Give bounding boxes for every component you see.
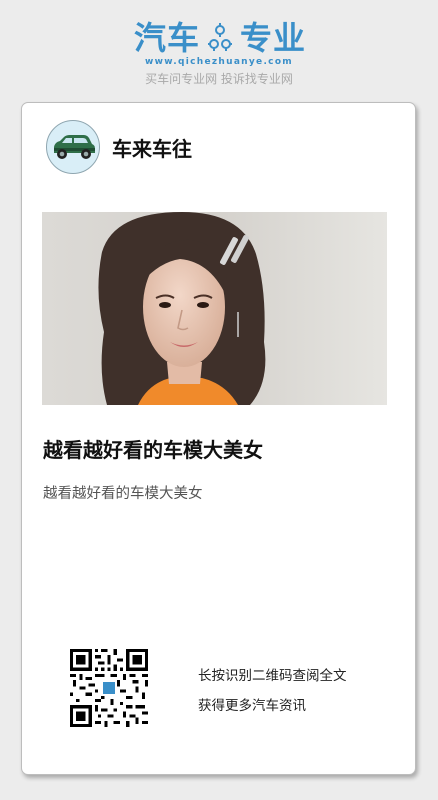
author-name[interactable]: 车来车往 <box>112 133 192 162</box>
author-row[interactable]: 车来车往 <box>46 119 192 175</box>
site-logo[interactable]: 汽车 专业 <box>124 18 316 58</box>
article-card: 车来车往 越看越好看的车模大美女 越看越好看的车模大美女 长按识别二维码查阅全文… <box>21 102 416 775</box>
site-header: 汽车 专业 www.qichezhuanye.com 买车问专业网 投诉找专业网 <box>0 0 438 100</box>
article-summary: 越看越好看的车模大美女 <box>43 486 203 502</box>
qr-hint-read-full: 长按识别二维码查阅全文 <box>198 668 347 684</box>
author-avatar[interactable] <box>46 120 100 174</box>
article-title[interactable]: 越看越好看的车模大美女 <box>43 437 393 465</box>
gear-icon <box>208 23 232 51</box>
site-domain: www.qichezhuanye.com <box>145 57 293 67</box>
qr-hint-more-news: 获得更多汽车资讯 <box>198 698 306 714</box>
qr-code-icon[interactable] <box>70 649 148 727</box>
qr-hints: 长按识别二维码查阅全文 获得更多汽车资讯 <box>198 661 347 721</box>
car-model-photo <box>42 212 387 405</box>
car-avatar-icon <box>54 135 95 159</box>
logo-text-left: 汽车 <box>133 19 200 57</box>
hero-image[interactable] <box>42 212 387 405</box>
logo-text-right: 专业 <box>240 19 307 57</box>
site-slogan: 买车问专业网 投诉找专业网 <box>145 72 293 86</box>
